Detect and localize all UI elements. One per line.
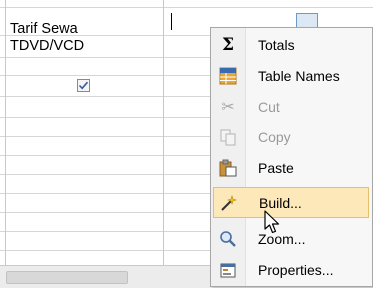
show-checkbox[interactable] — [77, 79, 90, 92]
menu-item-label: Build... — [259, 195, 302, 211]
scrollbar-thumb[interactable] — [6, 271, 128, 284]
grid-column-line — [5, 0, 6, 265]
scissors-icon: ✂ — [221, 99, 235, 116]
menu-item-label: Copy — [258, 129, 291, 145]
field-label-line1[interactable]: Tarif Sewa — [10, 20, 78, 38]
menu-item-properties[interactable]: Properties... — [213, 255, 369, 286]
menu-item-label: Table Names — [258, 68, 340, 84]
paste-icon — [219, 159, 237, 177]
build-wand-icon — [220, 194, 238, 212]
text-caret — [171, 13, 172, 30]
menu-item-zoom[interactable]: Zoom... — [213, 224, 369, 255]
menu-item-label: Paste — [258, 160, 294, 176]
menu-item-totals[interactable]: Σ Totals — [213, 30, 369, 61]
check-mark-icon — [78, 81, 89, 90]
menu-item-build[interactable]: Build... — [213, 187, 369, 218]
grid-column-line — [163, 0, 164, 265]
field-label-line2[interactable]: TDVD/VCD — [10, 37, 84, 55]
context-menu: Σ Totals Table Names ✂ Cut Copy Paste Bu… — [210, 27, 373, 287]
mouse-cursor-icon — [264, 210, 280, 234]
grid-row-line — [0, 7, 373, 8]
menu-item-label: Cut — [258, 99, 280, 115]
menu-item-table-names[interactable]: Table Names — [213, 61, 369, 92]
magnifier-icon — [219, 230, 237, 248]
table-names-icon — [219, 67, 237, 85]
properties-icon — [219, 261, 237, 279]
menu-item-cut[interactable]: ✂ Cut — [213, 92, 369, 123]
copy-icon — [219, 128, 237, 146]
menu-item-label: Totals — [258, 37, 295, 53]
menu-item-paste[interactable]: Paste — [213, 153, 369, 184]
sigma-icon: Σ — [221, 35, 235, 55]
menu-item-copy[interactable]: Copy — [213, 122, 369, 153]
menu-item-label: Properties... — [258, 262, 334, 278]
